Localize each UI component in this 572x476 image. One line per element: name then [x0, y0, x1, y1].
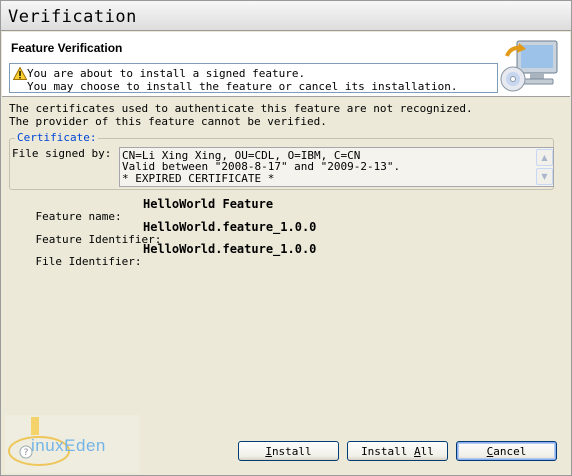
warning-icon: [13, 67, 27, 80]
header-message: You are about to install a signed featur…: [9, 63, 498, 93]
feature-name-value: HelloWorld Feature: [143, 197, 274, 211]
scroll-up-icon[interactable]: ▲: [536, 149, 553, 166]
description-line2: The provider of this feature cannot be v…: [9, 115, 327, 128]
file-signed-by-label: File signed by:: [12, 147, 112, 160]
install-label: nstall: [271, 445, 312, 458]
file-identifier-row: File Identifier: HelloWorld.feature_1.0.…: [9, 242, 317, 294]
certificate-line: * EXPIRED CERTIFICATE *: [122, 172, 275, 185]
cancel-label: ancel: [493, 445, 527, 458]
install-button[interactable]: Install: [238, 441, 339, 461]
certificate-legend: Certificate:: [15, 131, 99, 144]
header-message-line1: You are about to install a signed featur…: [27, 67, 306, 80]
scroll-down-icon[interactable]: ▼: [536, 168, 553, 185]
dialog-header: Feature Verification You are about to in…: [2, 32, 570, 97]
svg-text:?: ?: [24, 448, 29, 458]
computer-cd-icon: [500, 40, 558, 92]
certificate-text-area[interactable]: CN=Li Xing Xing, OU=CDL, O=IBM, C=CN Val…: [119, 147, 554, 187]
certificate-scrollbar[interactable]: ▲ ▼: [536, 149, 553, 185]
install-all-mnemonic: A: [414, 445, 421, 458]
verification-dialog: Feature Verification You are about to in…: [0, 30, 572, 476]
certificate-group: Certificate: File signed by: CN=Li Xing …: [9, 131, 554, 190]
install-all-button[interactable]: Install All: [347, 441, 448, 461]
header-message-line2: You may choose to install the feature or…: [27, 80, 458, 93]
feature-identifier-value: HelloWorld.feature_1.0.0: [143, 220, 317, 234]
file-identifier-label: File Identifier:: [35, 255, 142, 268]
watermark-text: inuxEden: [31, 436, 106, 455]
install-all-label-end: ll: [420, 445, 434, 458]
file-identifier-value: HelloWorld.feature_1.0.0: [143, 242, 317, 256]
description-line1: The certificates used to authenticate th…: [9, 102, 473, 115]
linuxeden-watermark: ? inuxEden: [5, 415, 139, 473]
install-mnemonic: I: [265, 445, 272, 458]
header-title: Feature Verification: [11, 41, 123, 55]
title-bar[interactable]: Verification: [0, 0, 572, 31]
window-title: Verification: [8, 7, 137, 27]
install-all-label: Install: [361, 445, 415, 458]
cancel-button[interactable]: Cancel: [456, 441, 557, 461]
